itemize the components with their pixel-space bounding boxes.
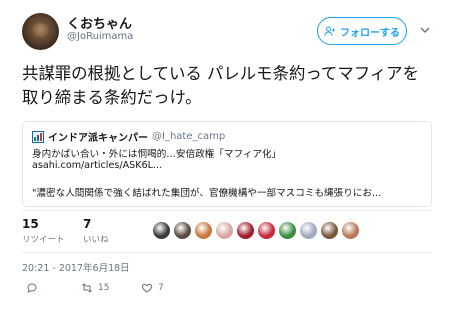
chevron-down-icon[interactable] [420, 26, 430, 34]
liker-avatar[interactable] [215, 221, 234, 240]
tweet-card: くおちゃん @JoRuimama フォローする 共謀罪の根拠としている パレルモ… [0, 0, 450, 309]
avatar[interactable] [22, 13, 59, 50]
tweet-text: 共謀罪の根拠としている パレルモ条約ってマフィアを取り締まる条約だっけ。 [22, 64, 419, 107]
like-button[interactable]: 7 [141, 282, 164, 294]
follow-button[interactable]: フォローする [317, 17, 407, 45]
quoted-tweet[interactable]: インドア派キャンパー @I_hate_camp 身内かばい合い・外には恫喝的…安… [22, 121, 432, 207]
liker-avatar[interactable] [299, 221, 318, 240]
quoted-link[interactable]: asahi.com/articles/ASK6L... [32, 160, 162, 171]
quoted-text-excerpt: "濃密な人間関係で強く結ばれた集団が、官僚機構や一部マスコミも縄張りにお... [32, 188, 382, 199]
tweet-timestamp[interactable]: 20:21 - 2017年6月18日 [22, 260, 130, 274]
quoted-text-line: 身内かばい合い・外には恫喝的…安倍政権「マフィア化」 [32, 149, 282, 160]
retweet-stat[interactable]: 15 リツイート [22, 217, 82, 245]
follow-button-label: フォローする [340, 27, 400, 39]
liker-avatar[interactable] [257, 221, 276, 240]
quoted-author-handle: @I_hate_camp [152, 131, 226, 142]
add-user-icon [324, 26, 335, 36]
liker-avatar[interactable] [173, 221, 192, 240]
quoted-tweet-header: インドア派キャンパー @I_hate_camp [32, 129, 225, 144]
liker-avatar[interactable] [278, 221, 297, 240]
retweet-button[interactable]: 15 [81, 282, 109, 294]
author-display-name[interactable]: くおちゃん [67, 13, 132, 32]
heart-icon [141, 283, 153, 293]
quoted-author-name: インドア派キャンパー [48, 133, 148, 144]
chart-icon [32, 130, 44, 143]
liker-avatar[interactable] [194, 221, 213, 240]
reply-icon [27, 283, 37, 294]
liker-avatars [152, 221, 360, 240]
liker-avatar[interactable] [152, 221, 171, 240]
retweet-label: リツイート [22, 235, 65, 245]
retweet-icon [82, 283, 92, 293]
reply-button[interactable] [26, 282, 38, 294]
like-stat[interactable]: 7 いいね [83, 217, 143, 245]
retweet-action-count: 15 [98, 283, 110, 293]
retweet-count: 15 [22, 217, 39, 231]
like-label: いいね [83, 235, 109, 245]
liker-avatar[interactable] [236, 221, 255, 240]
author-screen-name[interactable]: @JoRuimama [67, 31, 133, 42]
liker-avatar[interactable] [341, 221, 360, 240]
like-action-count: 7 [158, 283, 164, 293]
divider [22, 210, 432, 211]
divider [22, 252, 432, 253]
liker-avatar[interactable] [320, 221, 339, 240]
like-count: 7 [83, 217, 92, 231]
